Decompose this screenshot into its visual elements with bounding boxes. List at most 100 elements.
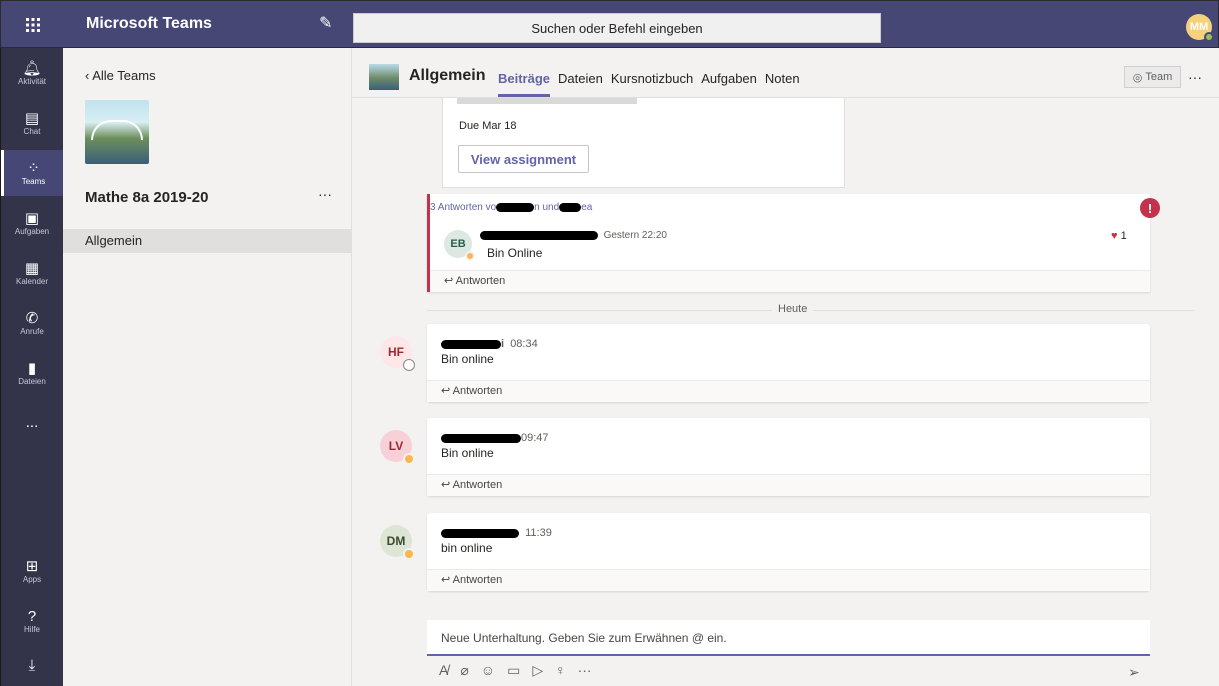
message-card: i 08:34 Bin online ↩ Antworten [427, 324, 1150, 402]
more-icon: ... [25, 414, 39, 431]
app-launcher-icon[interactable] [1, 1, 64, 49]
team-button[interactable]: ◎ Team [1124, 66, 1181, 88]
reply-button[interactable]: ↩ Antworten [427, 474, 1150, 496]
message-author: 09:47 [441, 432, 549, 444]
praise-icon[interactable]: ♀ [555, 662, 566, 679]
new-conversation-input[interactable]: Neue Unterhaltung. Geben Sie zum Erwähne… [427, 620, 1150, 656]
reply-label: Antworten [452, 574, 503, 586]
reply-time: Gestern 22:20 [603, 230, 667, 241]
reaction-count: 1 [1120, 230, 1127, 242]
avatar[interactable]: LV [380, 430, 415, 465]
message-text: Bin online [441, 446, 494, 460]
reply-arrow-icon: ↩ [441, 574, 453, 586]
phone-icon: ✆ [25, 309, 39, 327]
team-picture [85, 100, 149, 164]
replies-text-part: 3 Antworten vo [430, 202, 497, 213]
channel-header: Allgemein Beiträge Dateien Kursnotizbuch… [352, 48, 1219, 98]
download-icon: ⤓ [28, 657, 36, 674]
reply-label: Antworten [455, 275, 506, 287]
send-icon[interactable]: ➢ [1128, 664, 1140, 681]
rail-item-label: Apps [22, 574, 42, 584]
user-initials: MM [1189, 21, 1209, 33]
view-assignment-button[interactable]: View assignment [458, 145, 589, 173]
team-panel: ‹ Alle Teams Mathe 8a 2019-20 ··· Allgem… [63, 48, 352, 686]
avatar[interactable]: DM [380, 525, 415, 560]
tab-aufgaben[interactable]: Aufgaben [701, 71, 757, 97]
message-card: 09:47 Bin online ↩ Antworten [427, 418, 1150, 496]
compose-toolbar: A̸ ⌀ ☺ ▭ ▷ ♀ ··· [439, 662, 592, 679]
teams-icon: ⁘ [27, 159, 40, 177]
search-input[interactable]: Suchen oder Befehl eingeben [353, 13, 881, 43]
avatar[interactable]: HF [380, 336, 415, 371]
rail-item-apps[interactable]: ⊞ Apps [1, 548, 63, 594]
offline-status-icon [403, 359, 415, 371]
tab-dateien[interactable]: Dateien [558, 71, 603, 97]
download-app-icon[interactable]: ⤓ [1, 648, 63, 684]
message-text: bin online [441, 541, 493, 555]
more-options-icon[interactable]: ··· [578, 662, 592, 679]
important-alert-icon: ! [1140, 198, 1160, 218]
reaction[interactable]: ♥ 1 [1111, 230, 1127, 242]
back-to-teams-link[interactable]: ‹ Alle Teams [85, 68, 156, 83]
channel-title: Allgemein [409, 67, 486, 84]
cut-off-title [457, 98, 637, 104]
channel-tabs: Beiträge Dateien Kursnotizbuch Aufgaben … [498, 71, 800, 97]
rail-item-calendar[interactable]: ▦ Kalender [1, 250, 63, 296]
gif-icon[interactable]: ▭ [507, 662, 520, 679]
back-label: Alle Teams [92, 68, 156, 83]
replies-summary-link[interactable]: 3 Antworten vo n und ea [430, 202, 592, 213]
away-status-icon [403, 548, 415, 560]
team-name: Mathe 8a 2019-20 [85, 189, 209, 206]
reply-author: Gestern 22:20 [480, 230, 667, 241]
message-time: 09:47 [521, 432, 549, 444]
rail-item-label: Dateien [18, 376, 46, 386]
app-title: Microsoft Teams [86, 15, 212, 32]
avatar-initials: HF [388, 345, 404, 359]
reply-button[interactable]: ↩ Antworten [430, 270, 1150, 292]
files-icon: ▮ [27, 359, 37, 377]
reply-arrow-icon: ↩ [441, 385, 453, 397]
rail-item-activity[interactable]: 🔔︎ Aktivität [1, 50, 63, 96]
reply-button[interactable]: ↩ Antworten [427, 569, 1150, 591]
compose-icon[interactable]: ✎ [319, 13, 332, 33]
rail-item-files[interactable]: ▮ Dateien [1, 350, 63, 396]
rail-item-more[interactable]: ... [1, 400, 63, 446]
tab-beitraege[interactable]: Beiträge [498, 71, 551, 97]
thread-replies: 3 Antworten vo n und ea EB Gestern 22:20 B… [427, 194, 1150, 292]
avatar-initials: DM [386, 534, 406, 548]
emoji-icon[interactable]: ☺ [481, 662, 495, 679]
team-button-label: Team [1145, 71, 1173, 83]
channel-picture [369, 64, 399, 90]
tab-kursnotizbuch[interactable]: Kursnotizbuch [611, 71, 693, 97]
presence-available-icon [1204, 32, 1214, 42]
channel-more-icon[interactable]: ··· [1188, 69, 1202, 85]
rail-item-label: Anrufe [20, 326, 44, 336]
channel-item-allgemein[interactable]: Allgemein [63, 229, 352, 253]
rail-item-chat[interactable]: ▤ Chat [1, 100, 63, 146]
tab-noten[interactable]: Noten [765, 71, 800, 97]
assignment-card: Due Mar 18 View assignment [442, 98, 845, 188]
rail-item-label: Kalender [15, 276, 49, 286]
name-suffix: i [501, 338, 505, 350]
reply-arrow-icon: ↩ [444, 275, 456, 287]
rail-item-assignments[interactable]: ▣ Aufgaben [1, 200, 63, 246]
reply-button[interactable]: ↩ Antworten [427, 380, 1150, 402]
assignments-icon: ▣ [24, 209, 40, 227]
attach-icon[interactable]: ⌀ [460, 662, 468, 679]
rail-item-help[interactable]: ? Hilfe [1, 598, 63, 644]
bell-icon: 🔔︎ [22, 59, 42, 77]
sticker-icon[interactable]: ▷ [532, 662, 543, 679]
top-bar: Microsoft Teams ✎ Suchen oder Befehl ein… [0, 0, 1219, 48]
avatar-initials: EB [450, 238, 466, 250]
message-time: 08:34 [510, 338, 538, 350]
avatar[interactable]: EB [444, 230, 475, 261]
team-more-icon[interactable]: ··· [318, 186, 332, 202]
rail-item-teams[interactable]: ⁘ Teams [1, 150, 63, 196]
calendar-icon: ▦ [24, 259, 40, 277]
app-rail: 🔔︎ Aktivität ▤ Chat ⁘ Teams ▣ Aufgaben ▦… [0, 48, 63, 686]
user-avatar[interactable]: MM [1186, 14, 1214, 42]
rail-item-label: Chat [23, 126, 41, 136]
format-icon[interactable]: A̸ [439, 662, 448, 679]
rail-item-calls[interactable]: ✆ Anrufe [1, 300, 63, 346]
due-date: Due Mar 18 [459, 120, 517, 132]
